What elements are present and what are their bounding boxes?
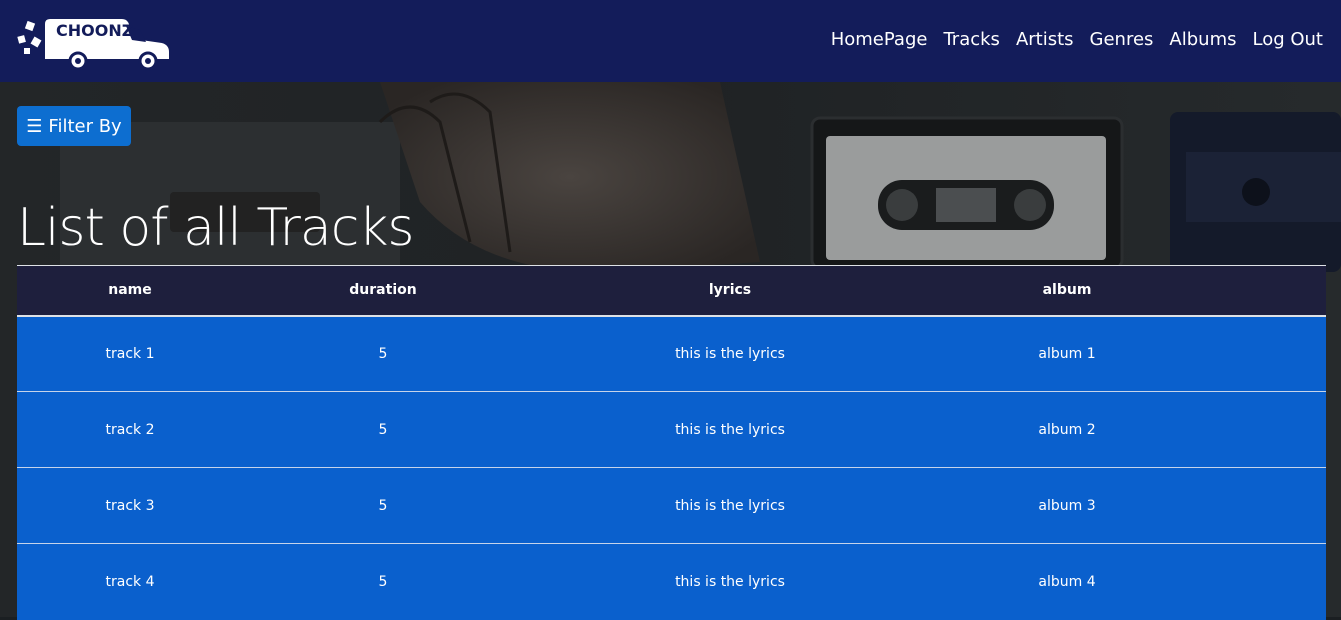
cell-lyrics: this is the lyrics <box>523 467 937 544</box>
cell-name: track 4 <box>17 543 243 620</box>
menu-icon: ☰ <box>26 115 43 137</box>
table-row[interactable]: track 1 5 this is the lyrics album 1 <box>17 315 1326 392</box>
cell-lyrics: this is the lyrics <box>523 315 937 392</box>
cell-album: album 2 <box>937 391 1197 468</box>
column-header-duration: duration <box>243 265 523 317</box>
cell-duration: 5 <box>243 391 523 468</box>
cell-name: track 1 <box>17 315 243 392</box>
cell-lyrics: this is the lyrics <box>523 543 937 620</box>
filter-by-button[interactable]: ☰ Filter By <box>17 106 131 146</box>
table-row[interactable]: track 2 5 this is the lyrics album 2 <box>17 391 1326 468</box>
cell-name: track 2 <box>17 391 243 468</box>
column-header-lyrics: lyrics <box>523 265 937 317</box>
nav-links: HomePage Tracks Artists Genres Albums Lo… <box>815 28 1323 52</box>
column-header-album: album <box>937 265 1197 317</box>
cell-empty <box>1197 315 1326 392</box>
cell-empty <box>1197 467 1326 544</box>
top-navbar: CHOONZ HomePage Tracks Artists Genres Al… <box>0 0 1341 82</box>
cell-duration: 5 <box>243 467 523 544</box>
nav-link-artists[interactable]: Artists <box>1016 28 1074 52</box>
logo-text: CHOONZ <box>56 21 133 40</box>
table-header-row: name duration lyrics album <box>17 265 1326 317</box>
cell-album: album 1 <box>937 315 1197 392</box>
cell-empty <box>1197 543 1326 620</box>
tracks-table-container: name duration lyrics album track 1 5 thi… <box>17 265 1326 620</box>
column-header-name: name <box>17 265 243 317</box>
nav-link-log-out[interactable]: Log Out <box>1252 28 1323 52</box>
nav-link-albums[interactable]: Albums <box>1169 28 1236 52</box>
cell-album: album 4 <box>937 543 1197 620</box>
page-title: List of all Tracks <box>17 198 415 258</box>
table-row[interactable]: track 3 5 this is the lyrics album 3 <box>17 467 1326 544</box>
filter-by-label: Filter By <box>48 115 122 137</box>
cell-lyrics: this is the lyrics <box>523 391 937 468</box>
column-header-empty <box>1197 265 1326 317</box>
cell-empty <box>1197 391 1326 468</box>
cell-duration: 5 <box>243 315 523 392</box>
choonz-logo[interactable]: CHOONZ <box>14 8 174 72</box>
cell-album: album 3 <box>937 467 1197 544</box>
table-row[interactable]: track 4 5 this is the lyrics album 4 <box>17 543 1326 620</box>
nav-link-homepage[interactable]: HomePage <box>831 28 928 52</box>
nav-link-genres[interactable]: Genres <box>1090 28 1154 52</box>
tracks-table: name duration lyrics album track 1 5 thi… <box>17 265 1326 620</box>
cell-duration: 5 <box>243 543 523 620</box>
nav-link-tracks[interactable]: Tracks <box>943 28 999 52</box>
cell-name: track 3 <box>17 467 243 544</box>
